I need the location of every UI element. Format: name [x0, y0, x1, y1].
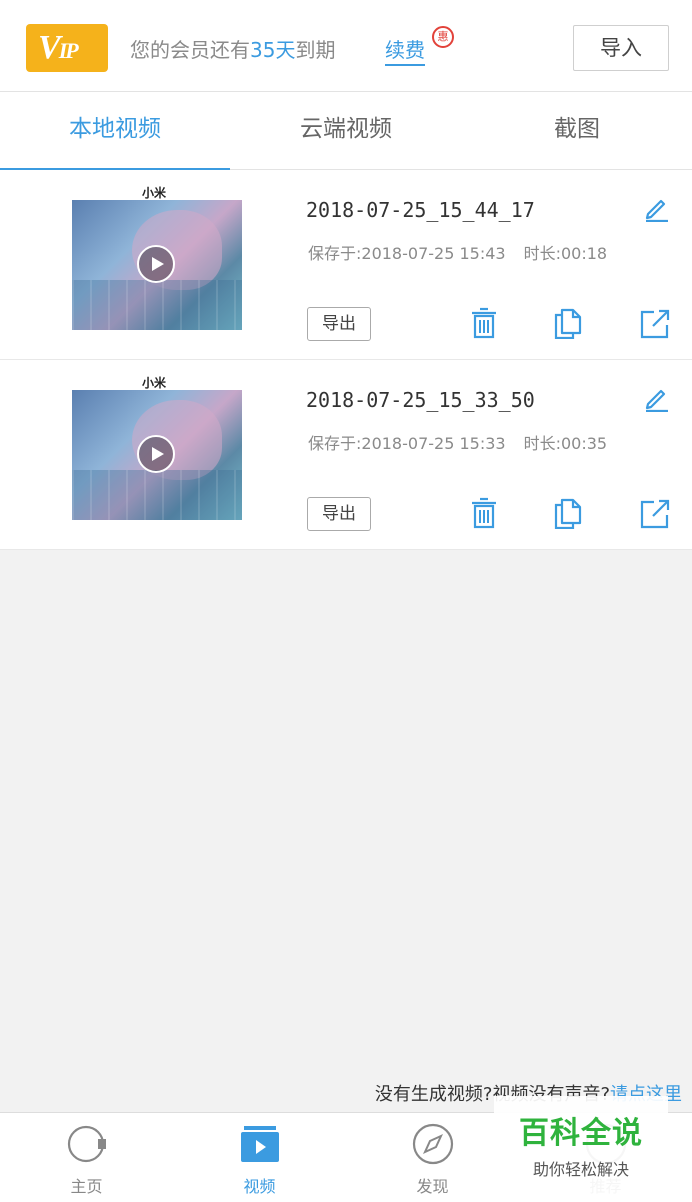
saved-time: 保存于:2018-07-25 15:43 [308, 244, 506, 263]
nav-home[interactable]: 主页 [0, 1113, 173, 1202]
member-days: 35天 [250, 38, 296, 62]
watermark: 百科全说 助你轻松解决 [494, 1096, 668, 1202]
video-thumbnail[interactable] [72, 200, 242, 330]
export-button[interactable]: 导出 [307, 307, 371, 341]
top-header: VIP 您的会员还有35天到期 续费 惠 导入 [0, 0, 692, 92]
video-duration: 时长:00:35 [523, 434, 608, 453]
compass-icon [412, 1123, 454, 1165]
edit-pencil-icon[interactable] [643, 194, 671, 222]
edit-pencil-icon[interactable] [643, 384, 671, 412]
nav-label: 主页 [70, 1177, 103, 1196]
renew-link[interactable]: 续费 [385, 34, 425, 66]
video-title: 2018-07-25_15_44_17 [306, 198, 535, 222]
import-button[interactable]: 导入 [573, 25, 669, 71]
share-icon[interactable] [640, 307, 670, 339]
saved-time: 保存于:2018-07-25 15:33 [308, 434, 506, 453]
video-thumbnail[interactable] [72, 390, 242, 520]
thumbnail-caption: 小米 [142, 376, 167, 390]
thumbnail-caption: 小米 [142, 186, 167, 200]
discount-badge: 惠 [432, 26, 454, 48]
video-duration: 时长:00:18 [523, 244, 608, 263]
tab-screenshots[interactable]: 截图 [462, 92, 692, 170]
member-suffix: 到期 [295, 38, 336, 62]
nav-video[interactable]: 视频 [173, 1113, 346, 1202]
trash-icon[interactable] [469, 307, 499, 339]
tab-cloud-video[interactable]: 云端视频 [231, 92, 461, 170]
play-icon[interactable] [137, 245, 175, 283]
play-icon[interactable] [137, 435, 175, 473]
tab-label: 截图 [554, 116, 600, 142]
copy-icon[interactable] [553, 497, 583, 529]
nav-label: 视频 [243, 1177, 276, 1196]
tab-local-video[interactable]: 本地视频 [0, 92, 230, 171]
tab-label: 本地视频 [69, 116, 161, 142]
export-button[interactable]: 导出 [307, 497, 371, 531]
member-prefix: 您的会员还有 [130, 38, 250, 62]
video-meta: 保存于:2018-07-25 15:43 时长:00:18 [308, 240, 607, 264]
video-item: 小米 2018-07-25_15_33_50 保存于:2018-07-25 15… [0, 360, 692, 550]
video-list: 小米 2018-07-25_15_44_17 保存于:2018-07-25 15… [0, 170, 692, 550]
video-meta: 保存于:2018-07-25 15:33 时长:00:35 [308, 430, 607, 454]
video-title: 2018-07-25_15_33_50 [306, 388, 535, 412]
share-icon[interactable] [640, 497, 670, 529]
watermark-subtitle: 助你轻松解决 [532, 1160, 629, 1179]
video-item: 小米 2018-07-25_15_44_17 保存于:2018-07-25 15… [0, 170, 692, 360]
member-status: 您的会员还有35天到期 [130, 34, 335, 63]
tab-label: 云端视频 [300, 116, 392, 142]
video-play-icon [241, 1126, 279, 1162]
trash-icon[interactable] [469, 497, 499, 529]
vip-logo[interactable]: VIP [26, 24, 108, 72]
tab-bar: 本地视频 云端视频 截图 [0, 92, 692, 171]
home-camera-icon [67, 1125, 106, 1163]
watermark-title: 百科全说 [519, 1116, 643, 1151]
copy-icon[interactable] [553, 307, 583, 339]
